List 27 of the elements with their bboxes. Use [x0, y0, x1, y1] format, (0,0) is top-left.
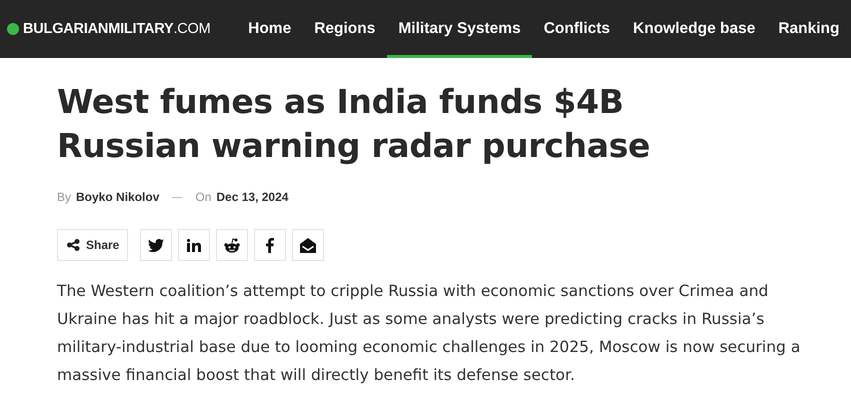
nav-link[interactable]: Conflicts — [532, 0, 622, 58]
share-icon — [67, 239, 80, 251]
logo-dot-icon — [7, 23, 19, 35]
share-button[interactable]: Share — [57, 229, 128, 261]
nav-link[interactable]: Ranking — [766, 0, 851, 58]
social-share-button[interactable] — [254, 229, 286, 261]
facebook-icon — [266, 238, 274, 252]
nav-link[interactable]: Home — [236, 0, 303, 58]
article-title: West fumes as India funds $4B Russian warning radar purchase — [57, 81, 652, 167]
social-share-button[interactable] — [216, 229, 248, 261]
alien-face-icon — [224, 238, 240, 252]
by-label: By — [57, 190, 72, 204]
nav-link[interactable]: Knowledge base — [622, 0, 767, 58]
bird-icon — [148, 238, 164, 252]
nav-link[interactable]: Military Systems — [386, 0, 532, 58]
nav-link[interactable]: Regions — [302, 0, 387, 58]
envelope-icon — [300, 238, 316, 252]
separator-dash-icon — [172, 196, 182, 198]
social-share-button[interactable] — [292, 229, 324, 261]
publish-date: Dec 13, 2024 — [216, 190, 288, 204]
on-label: On — [195, 190, 212, 204]
site-logo[interactable]: BULGARIANMILITARY.COM — [23, 21, 211, 37]
social-share-button[interactable] — [178, 229, 210, 261]
article-paragraph: The Western coalition’s attempt to cripple Russia with economic sanctions over Crimea and Ukraine has hit a major roadblock. Just as some analysts were predicting cracks in Russia’s military-industrial base due to looming economic challenges in 2025, Moscow is now securing a massive financial boost that will directly benefit its defense sector. — [57, 281, 802, 386]
social-share-button[interactable] — [140, 229, 172, 261]
author-link[interactable]: Boyko Nikolov — [76, 190, 160, 204]
linkedin-icon — [187, 238, 202, 252]
